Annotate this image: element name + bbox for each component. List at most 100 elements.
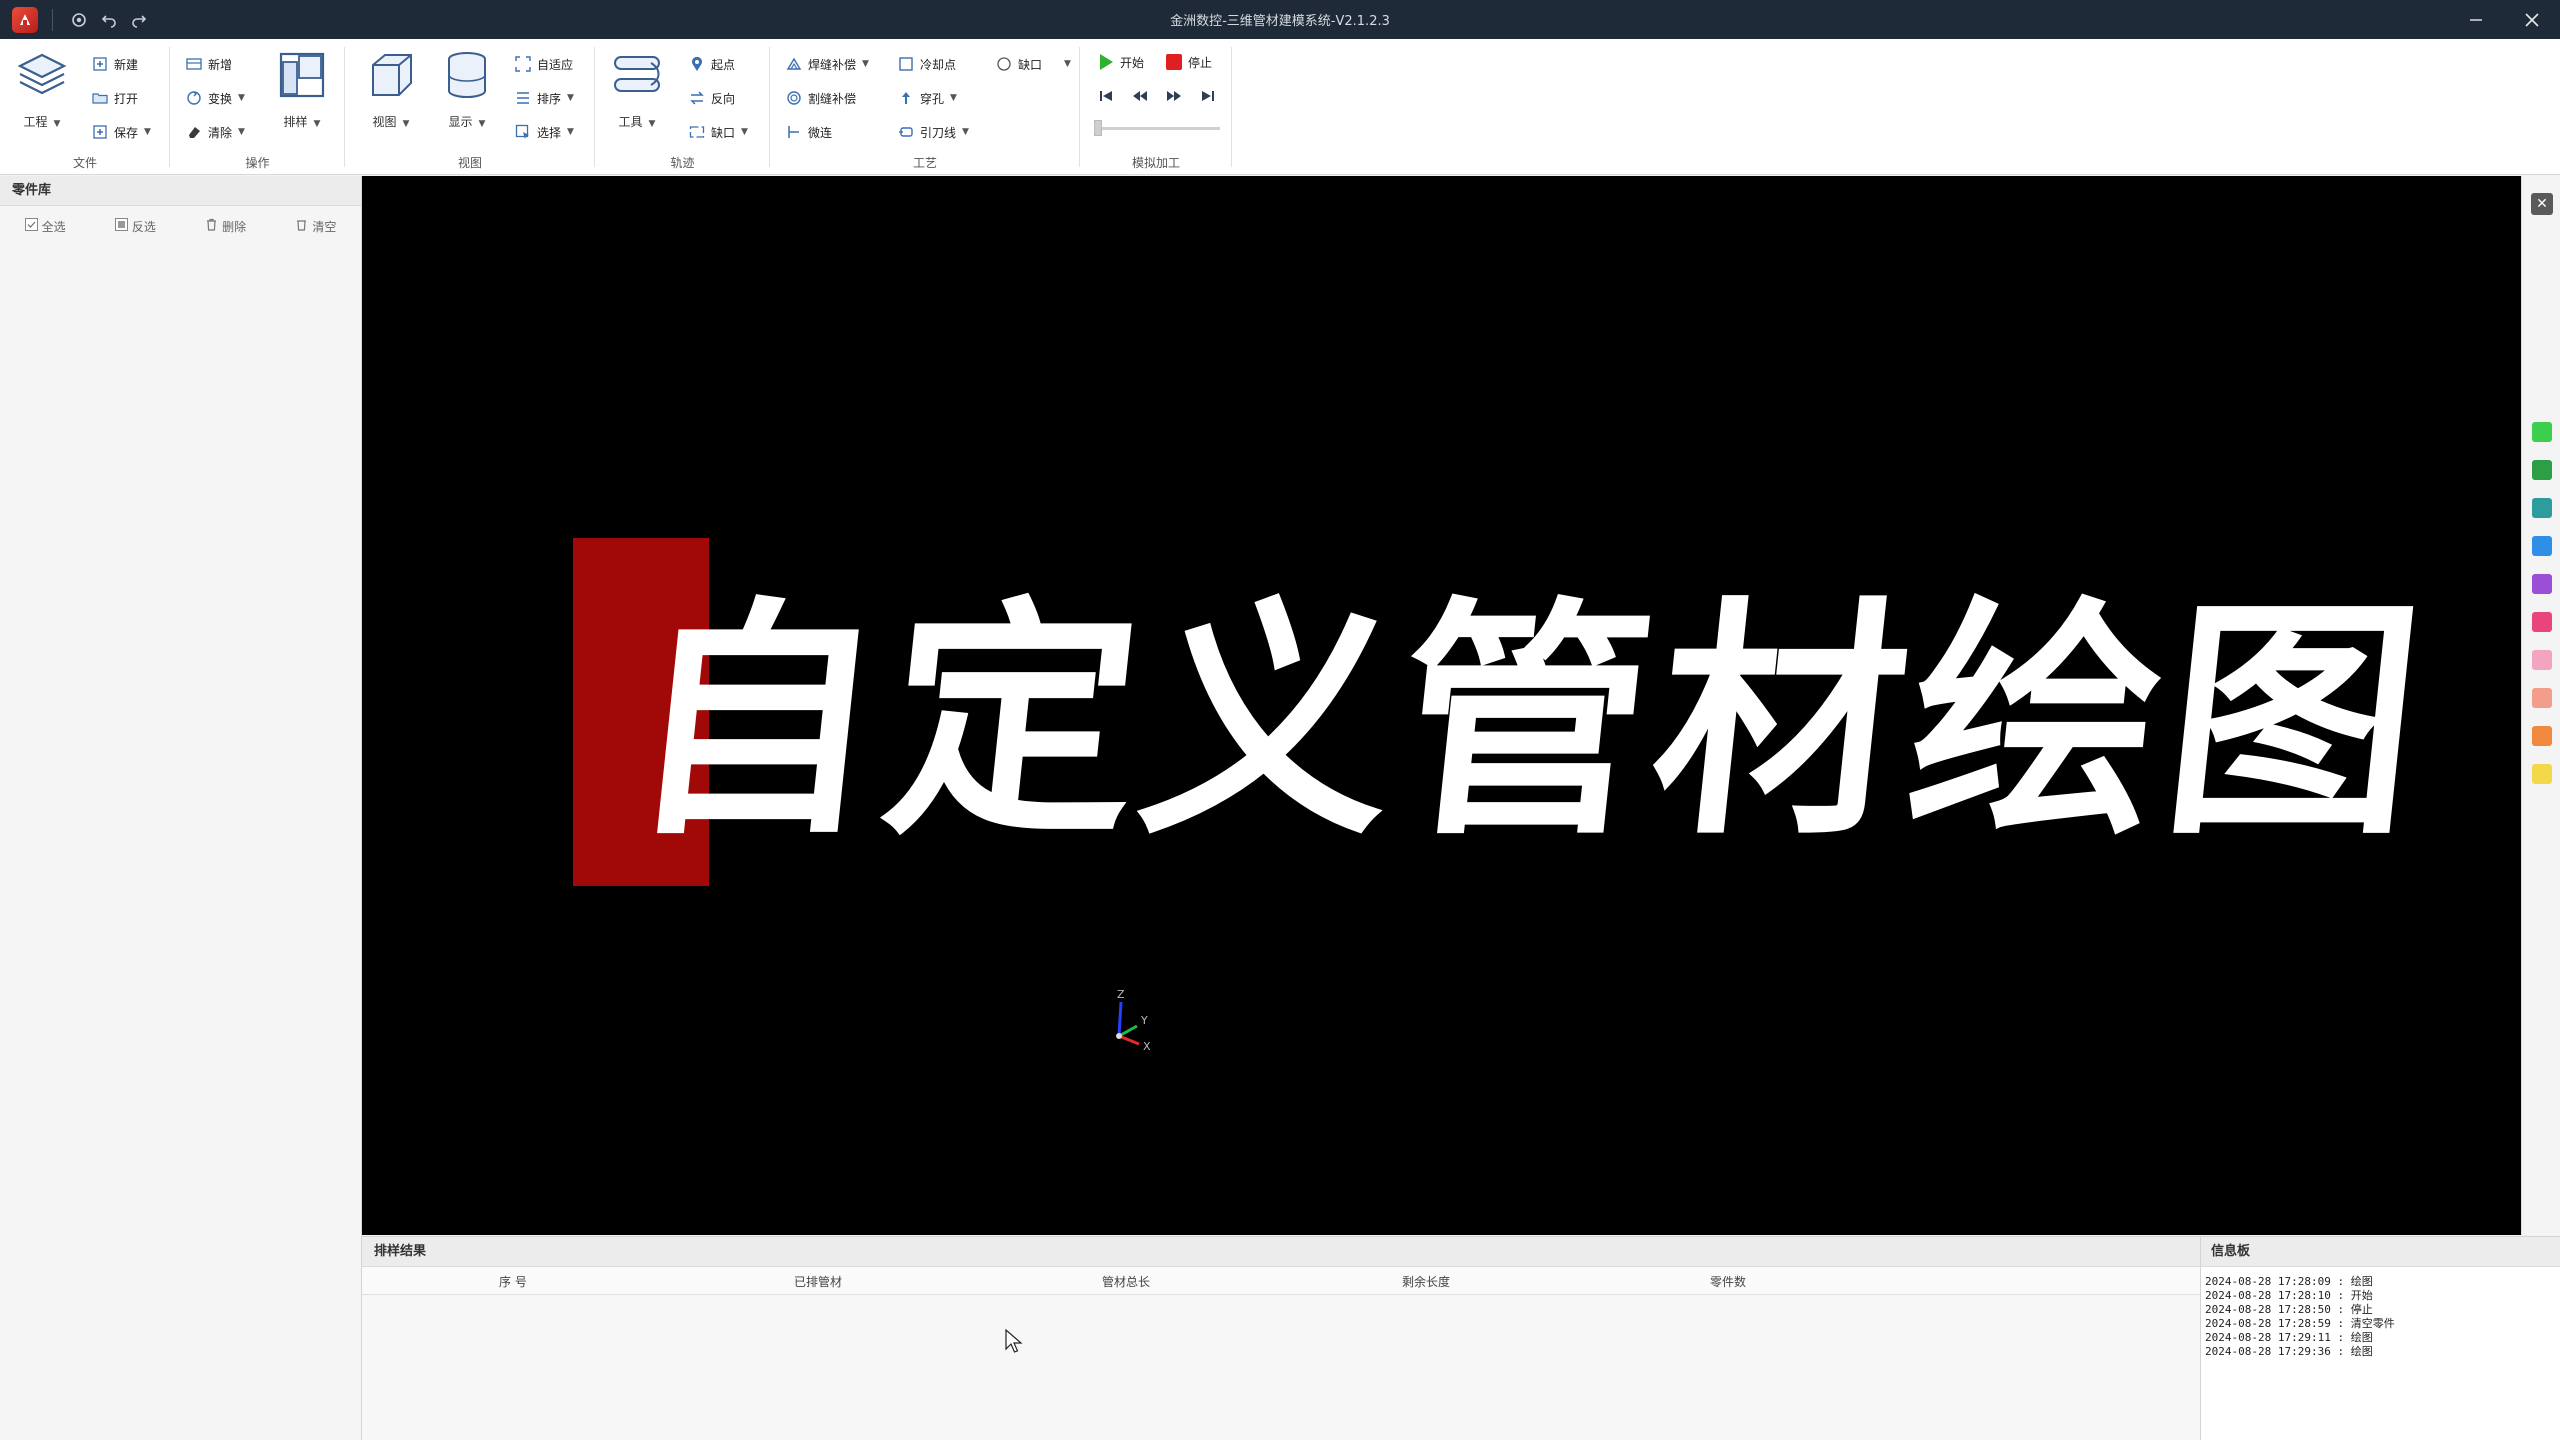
- column-index[interactable]: 序 号: [499, 1273, 527, 1290]
- step-back-icon: [1130, 86, 1150, 106]
- new-button[interactable]: 新建: [90, 51, 138, 77]
- clear-list-button[interactable]: 清空: [295, 218, 336, 235]
- stop-button[interactable]: 停止: [1164, 49, 1212, 75]
- log-entry: 2024-08-28 17:28:09 : 绘图: [2205, 1275, 2373, 1288]
- add-label: 新增: [208, 57, 233, 72]
- undo-icon[interactable]: [97, 8, 121, 32]
- delete-label: 删除: [222, 219, 247, 234]
- log-entry: 2024-08-28 17:29:11 : 绘图: [2205, 1331, 2373, 1344]
- cube-icon: [363, 47, 419, 103]
- clear-label: 清除: [208, 125, 233, 140]
- skip-to-start-button[interactable]: [1096, 83, 1120, 109]
- layer-color-swatch[interactable]: [2532, 688, 2552, 708]
- redo-icon[interactable]: [127, 8, 151, 32]
- layer-color-swatch[interactable]: [2532, 574, 2552, 594]
- start-point-button[interactable]: 起点: [687, 51, 735, 77]
- layer-color-swatch[interactable]: [2532, 498, 2552, 518]
- log-entry: 2024-08-28 17:28:59 : 清空零件: [2205, 1317, 2395, 1330]
- fit-icon: [513, 54, 533, 74]
- cut-comp-button[interactable]: 割缝补偿: [784, 85, 856, 111]
- skip-forward-icon: [1198, 86, 1218, 106]
- skip-to-end-button[interactable]: [1198, 83, 1222, 109]
- open-button[interactable]: 打开: [90, 85, 138, 111]
- reverse-button[interactable]: 反向: [687, 85, 735, 111]
- lead-line-button[interactable]: 引刀线 ▼: [896, 119, 969, 145]
- view-group-label: 视图: [457, 156, 482, 170]
- layer-color-bar: ✕: [2521, 176, 2560, 1235]
- cool-point-label: 冷却点: [920, 57, 957, 72]
- close-icon[interactable]: ✕: [2531, 193, 2553, 215]
- close-window-button[interactable]: [2504, 0, 2560, 39]
- kerf-comp-button[interactable]: 焊缝补偿 ▼: [784, 51, 869, 77]
- nest-button[interactable]: 排样 ▼: [270, 47, 334, 139]
- column-nested-tubes[interactable]: 已排管材: [794, 1273, 842, 1290]
- notch-label: 缺口: [1018, 57, 1043, 72]
- 3d-viewport[interactable]: 自定义管材绘图 Z Y X: [362, 176, 2521, 1235]
- tools-button[interactable]: 工具 ▼: [605, 47, 669, 139]
- start-label: 开始: [1120, 55, 1145, 70]
- sort-icon: [513, 88, 533, 108]
- layer-color-swatch[interactable]: [2532, 764, 2552, 784]
- project-label: 工程: [23, 115, 48, 129]
- layer-color-swatch[interactable]: [2532, 422, 2552, 442]
- simulation-slider-thumb[interactable]: [1094, 120, 1102, 136]
- eraser-icon: [184, 122, 204, 142]
- step-forward-button[interactable]: [1164, 83, 1188, 109]
- layer-color-swatch[interactable]: [2532, 536, 2552, 556]
- replace-button[interactable]: 变换 ▼: [184, 85, 245, 111]
- app-logo-icon: [12, 6, 38, 33]
- step-back-button[interactable]: [1130, 83, 1154, 109]
- project-button[interactable]: 工程 ▼: [10, 47, 74, 139]
- column-part-count[interactable]: 零件数: [1710, 1273, 1746, 1290]
- select-icon: [513, 122, 533, 142]
- auto-align-label: 自适应: [537, 57, 574, 72]
- invert-selection-label: 反选: [131, 219, 156, 234]
- add-button[interactable]: 新增: [184, 51, 232, 77]
- layer-color-swatch[interactable]: [2532, 460, 2552, 480]
- file-group-label: 文件: [72, 156, 97, 170]
- display-label: 显示: [448, 115, 473, 129]
- skip-back-icon: [1096, 86, 1116, 106]
- column-total-length[interactable]: 管材总长: [1102, 1273, 1150, 1290]
- minimize-button[interactable]: [2448, 0, 2504, 39]
- pierce-button[interactable]: 穿孔 ▼: [896, 85, 957, 111]
- select-all-label: 全选: [41, 219, 66, 234]
- layer-color-swatch[interactable]: [2532, 726, 2552, 746]
- settings-icon[interactable]: [67, 8, 91, 32]
- play-icon: [1096, 52, 1116, 72]
- start-button[interactable]: 开始: [1096, 49, 1144, 75]
- cylinder-icon: [439, 47, 495, 103]
- micro-joint-button[interactable]: 微连: [784, 119, 832, 145]
- view-group: 视图 ▼ 显示 ▼ 自适应 排序 ▼ 选择 ▼ 视图: [345, 39, 595, 175]
- delete-button[interactable]: 删除: [205, 218, 246, 235]
- simulation-progress-slider[interactable]: [1098, 127, 1220, 130]
- view-button[interactable]: 视图 ▼: [359, 47, 423, 139]
- display-button[interactable]: 显示 ▼: [435, 47, 499, 139]
- gap-button[interactable]: 缺口 ▼: [687, 119, 748, 145]
- notch-button[interactable]: 缺口 ▼: [994, 51, 1071, 77]
- select-button[interactable]: 选择 ▼: [513, 119, 574, 145]
- layer-color-swatch[interactable]: [2532, 650, 2552, 670]
- save-button[interactable]: 保存 ▼: [90, 119, 151, 145]
- simulation-group: 开始 停止 模拟加工: [1080, 39, 1232, 175]
- auto-align-button[interactable]: 自适应: [513, 51, 573, 77]
- cool-point-button[interactable]: 冷却点: [896, 51, 956, 77]
- z-axis-label: Z: [1117, 988, 1125, 1001]
- stop-label: 停止: [1188, 55, 1213, 70]
- layer-color-swatch[interactable]: [2532, 612, 2552, 632]
- invert-selection-button[interactable]: 反选: [114, 218, 156, 235]
- replace-label: 变换: [208, 91, 233, 106]
- folder-icon: [90, 88, 110, 108]
- new-file-icon: [90, 54, 110, 74]
- clear-button[interactable]: 清除 ▼: [184, 119, 245, 145]
- sort-button[interactable]: 排序 ▼: [513, 85, 574, 111]
- sort-label: 排序: [537, 91, 562, 106]
- custom-tube-drawing-text: 自定义管材绘图: [616, 574, 2440, 868]
- kerf-icon: [784, 54, 804, 74]
- square-outline-icon: [896, 54, 916, 74]
- column-remaining-length[interactable]: 剩余长度: [1402, 1273, 1450, 1290]
- track-group: 工具 ▼ 起点 反向 缺口 ▼ 轨迹: [595, 39, 770, 175]
- save-icon: [90, 122, 110, 142]
- y-axis-label: Y: [1140, 1014, 1148, 1027]
- select-all-button[interactable]: 全选: [24, 218, 66, 235]
